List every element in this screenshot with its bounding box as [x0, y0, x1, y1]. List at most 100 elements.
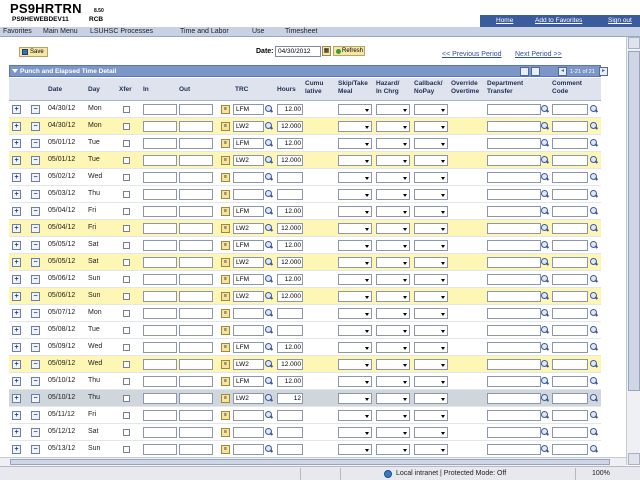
out-time-input[interactable]	[179, 155, 213, 166]
hours-input[interactable]	[277, 189, 303, 200]
comment-code-input[interactable]	[552, 206, 588, 217]
first-page-icon[interactable]: ◂	[558, 67, 567, 76]
add-row-button[interactable]: +	[12, 105, 21, 114]
delete-row-button[interactable]: −	[31, 207, 40, 216]
callback-select[interactable]	[414, 427, 448, 438]
hazard-select[interactable]	[376, 155, 410, 166]
add-row-button[interactable]: +	[12, 326, 21, 335]
callback-select[interactable]	[414, 393, 448, 404]
out-time-input[interactable]	[179, 325, 213, 336]
delete-row-button[interactable]: −	[31, 241, 40, 250]
comment-search-icon[interactable]	[590, 156, 598, 164]
hazard-select[interactable]	[376, 325, 410, 336]
dept-search-icon[interactable]	[541, 445, 549, 453]
scroll-up-icon[interactable]	[628, 37, 640, 49]
comment-code-input[interactable]	[552, 410, 588, 421]
comment-search-icon[interactable]	[590, 173, 598, 181]
hours-input[interactable]: 12.000	[277, 257, 303, 268]
breadcrumb-timesheet[interactable]: Timesheet	[285, 28, 317, 35]
dept-transfer-input[interactable]	[487, 189, 541, 200]
callback-select[interactable]	[414, 240, 448, 251]
add-row-button[interactable]: +	[12, 360, 21, 369]
trc-detail-icon[interactable]: ≡	[221, 207, 230, 216]
trc-input[interactable]: LW2	[233, 223, 264, 234]
add-row-button[interactable]: +	[12, 275, 21, 284]
trc-detail-icon[interactable]: ≡	[221, 394, 230, 403]
dept-transfer-input[interactable]	[487, 308, 541, 319]
hours-input[interactable]: 12.00	[277, 138, 303, 149]
callback-select[interactable]	[414, 410, 448, 421]
trc-detail-icon[interactable]: ≡	[221, 445, 230, 454]
in-time-input[interactable]	[143, 274, 177, 285]
hazard-select[interactable]	[376, 138, 410, 149]
add-row-button[interactable]: +	[12, 139, 21, 148]
breadcrumb-use[interactable]: Use	[252, 28, 264, 35]
callback-select[interactable]	[414, 308, 448, 319]
in-time-input[interactable]	[143, 223, 177, 234]
hscroll-thumb[interactable]	[10, 459, 610, 465]
trc-detail-icon[interactable]: ≡	[221, 377, 230, 386]
hazard-select[interactable]	[376, 359, 410, 370]
dept-transfer-input[interactable]	[487, 257, 541, 268]
out-time-input[interactable]	[179, 274, 213, 285]
comment-code-input[interactable]	[552, 325, 588, 336]
dept-search-icon[interactable]	[541, 343, 549, 351]
in-time-input[interactable]	[143, 104, 177, 115]
out-time-input[interactable]	[179, 291, 213, 302]
xfer-checkbox[interactable]	[123, 412, 130, 419]
add-favorites-link[interactable]: Add to Favorites	[535, 17, 582, 24]
trc-detail-icon[interactable]: ≡	[221, 343, 230, 352]
dept-search-icon[interactable]	[541, 292, 549, 300]
in-time-input[interactable]	[143, 359, 177, 370]
in-time-input[interactable]	[143, 138, 177, 149]
skip-meal-select[interactable]	[338, 376, 372, 387]
delete-row-button[interactable]: −	[31, 105, 40, 114]
dept-transfer-input[interactable]	[487, 206, 541, 217]
sign-out-link[interactable]: Sign out	[608, 17, 632, 24]
in-time-input[interactable]	[143, 308, 177, 319]
dept-transfer-input[interactable]	[487, 342, 541, 353]
xfer-checkbox[interactable]	[123, 276, 130, 283]
hours-input[interactable]	[277, 444, 303, 455]
out-time-input[interactable]	[179, 308, 213, 319]
skip-meal-select[interactable]	[338, 342, 372, 353]
trc-input[interactable]: LFM	[233, 104, 264, 115]
trc-input[interactable]	[233, 308, 264, 319]
dept-search-icon[interactable]	[541, 275, 549, 283]
trc-input[interactable]: LFM	[233, 138, 264, 149]
xfer-checkbox[interactable]	[123, 395, 130, 402]
add-row-button[interactable]: +	[12, 258, 21, 267]
trc-search-icon[interactable]	[265, 428, 273, 436]
comment-search-icon[interactable]	[590, 326, 598, 334]
trc-detail-icon[interactable]: ≡	[221, 105, 230, 114]
xfer-checkbox[interactable]	[123, 191, 130, 198]
dept-transfer-input[interactable]	[487, 155, 541, 166]
trc-input[interactable]: LW2	[233, 359, 264, 370]
hours-input[interactable]: 12.00	[277, 104, 303, 115]
trc-search-icon[interactable]	[265, 258, 273, 266]
xfer-checkbox[interactable]	[123, 327, 130, 334]
collapse-icon[interactable]	[12, 69, 18, 73]
trc-search-icon[interactable]	[265, 105, 273, 113]
comment-code-input[interactable]	[552, 393, 588, 404]
in-time-input[interactable]	[143, 291, 177, 302]
skip-meal-select[interactable]	[338, 155, 372, 166]
in-time-input[interactable]	[143, 189, 177, 200]
trc-search-icon[interactable]	[265, 122, 273, 130]
trc-search-icon[interactable]	[265, 241, 273, 249]
comment-search-icon[interactable]	[590, 224, 598, 232]
hours-input[interactable]: 12.00	[277, 206, 303, 217]
skip-meal-select[interactable]	[338, 444, 372, 455]
trc-detail-icon[interactable]: ≡	[221, 309, 230, 318]
scroll-down-icon[interactable]	[628, 453, 640, 465]
trc-detail-icon[interactable]: ≡	[221, 292, 230, 301]
trc-search-icon[interactable]	[265, 411, 273, 419]
trc-detail-icon[interactable]: ≡	[221, 224, 230, 233]
comment-search-icon[interactable]	[590, 377, 598, 385]
comment-code-input[interactable]	[552, 342, 588, 353]
trc-detail-icon[interactable]: ≡	[221, 275, 230, 284]
comment-search-icon[interactable]	[590, 411, 598, 419]
add-row-button[interactable]: +	[12, 377, 21, 386]
callback-select[interactable]	[414, 121, 448, 132]
xfer-checkbox[interactable]	[123, 174, 130, 181]
